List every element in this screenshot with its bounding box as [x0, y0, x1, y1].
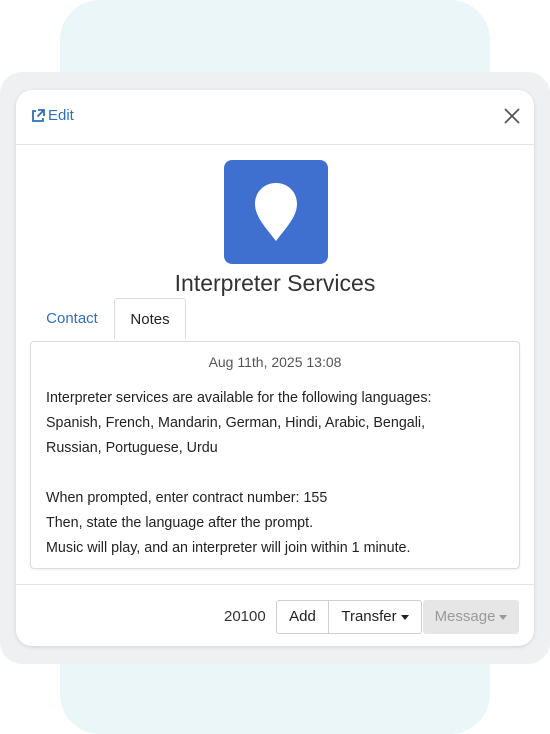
note-line: Spanish, French, Mandarin, German, Hindi… [46, 415, 426, 431]
tab-bar: Contact Notes [30, 298, 520, 339]
extension-number: 20100 [224, 608, 266, 625]
note-body: Interpreter services are available for t… [46, 386, 508, 561]
notes-panel: Aug 11th, 2025 13:08 Interpreter service… [30, 341, 520, 569]
tab-contact[interactable]: Contact [30, 298, 114, 338]
note-line: When prompted, enter contract number: 15… [46, 490, 328, 506]
note-timestamp: Aug 11th, 2025 13:08 [208, 354, 342, 370]
close-button[interactable] [500, 104, 524, 128]
note-line: Music will play, and an interpreter will… [46, 540, 411, 556]
transfer-label: Transfer [341, 608, 397, 625]
note-blank-line [46, 461, 508, 486]
external-edit-icon [30, 108, 46, 124]
add-button[interactable]: Add [276, 600, 329, 634]
caret-down-icon [400, 615, 409, 620]
action-buttons: Add Transfer Message [276, 600, 519, 634]
close-icon [504, 108, 520, 124]
avatar [224, 160, 328, 264]
note-line: Then, state the language after the promp… [46, 515, 314, 531]
caret-down-icon [499, 615, 508, 620]
tab-notes[interactable]: Notes [114, 298, 186, 339]
card-footer: 20100 Add Transfer Message [16, 584, 534, 646]
note-line: Russian, Portuguese, Urdu [46, 440, 218, 456]
map-pin-icon [255, 183, 297, 241]
edit-link[interactable]: Edit [30, 107, 74, 124]
message-button[interactable]: Message [423, 600, 519, 634]
add-label: Add [289, 608, 316, 625]
contact-name: Interpreter Services [174, 270, 376, 296]
transfer-button[interactable]: Transfer [329, 600, 422, 634]
card-header: Edit [16, 90, 534, 145]
contact-card: Edit Interpreter Services Contact Notes … [16, 90, 534, 646]
note-line: Interpreter services are available for t… [46, 390, 432, 406]
edit-label: Edit [48, 107, 74, 124]
message-label: Message [434, 608, 496, 625]
